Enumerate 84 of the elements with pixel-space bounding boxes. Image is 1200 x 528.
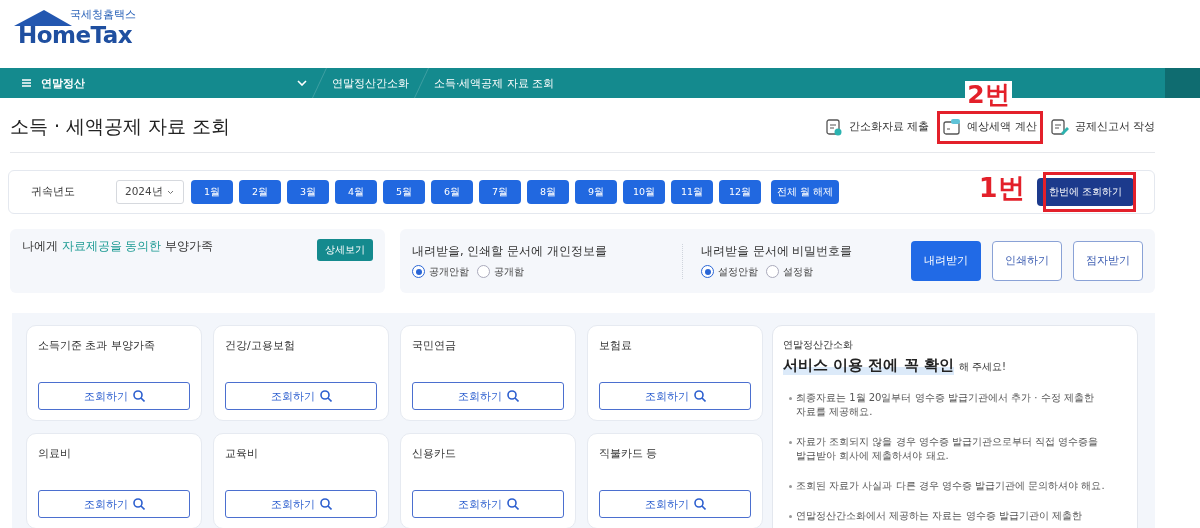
lookup-button[interactable]: 조회하기	[599, 382, 751, 410]
month-button[interactable]: 7월	[479, 180, 521, 204]
radio-button[interactable]	[766, 265, 779, 278]
radio-button[interactable]	[701, 265, 714, 278]
month-button[interactable]: 4월	[335, 180, 377, 204]
chevron-down-icon	[166, 189, 174, 195]
category-title: 의료비	[38, 446, 72, 462]
month-button[interactable]: 10월	[623, 180, 665, 204]
month-button[interactable]: 6월	[431, 180, 473, 204]
notice-item: 자료가 조회되지 않을 경우 영수증 발급기관으로부터 직접 영수증을 발급받아 회사에 제출하셔야 돼요.	[796, 435, 1100, 463]
radio-button[interactable]	[477, 265, 490, 278]
lookup-button[interactable]: 조회하기	[38, 382, 190, 410]
logo-subtitle: 국세청홈택스	[70, 7, 136, 22]
radio-option[interactable]: 설정함	[766, 264, 813, 279]
month-button[interactable]: 5월	[383, 180, 425, 204]
option-title: 내려받을 문서에 비밀번호를	[701, 243, 854, 259]
month-button[interactable]: 1월	[191, 180, 233, 204]
month-button[interactable]: 8월	[527, 180, 569, 204]
output-button[interactable]: 점자받기	[1073, 241, 1143, 281]
document-pencil-icon	[1050, 118, 1070, 136]
menu-icon[interactable]	[22, 79, 31, 87]
search-icon	[132, 498, 145, 510]
action-link[interactable]: 간소화자료 제출	[824, 118, 930, 136]
notice-item: 최종자료는 1월 20일부터 영수증 발급기관에서 추가 · 수정 제출한 자료를 제공해요.	[796, 391, 1095, 419]
detail-button[interactable]: 상세보기	[317, 239, 373, 261]
radio-button[interactable]	[412, 265, 425, 278]
radio-option[interactable]: 설정안함	[701, 264, 758, 279]
breadcrumb[interactable]: 연말정산간소화	[332, 75, 409, 91]
search-icon	[506, 498, 519, 510]
chevron-down-icon[interactable]	[297, 80, 307, 86]
query-all-button[interactable]: 한번에 조회하기	[1036, 178, 1134, 206]
month-button[interactable]: 12월	[719, 180, 761, 204]
month-button[interactable]: 9월	[575, 180, 617, 204]
monitor-icon	[943, 118, 963, 136]
category-title: 보험료	[599, 338, 633, 354]
bullet-icon	[789, 397, 792, 400]
category-title: 교육비	[225, 446, 259, 462]
bullet-icon	[789, 485, 792, 488]
search-icon	[319, 498, 332, 510]
search-icon	[693, 390, 706, 402]
download-button[interactable]: 내려받기	[911, 241, 981, 281]
search-icon	[132, 390, 145, 402]
nav-section[interactable]: 연말정산	[41, 75, 85, 91]
category-title: 직불카드 등	[599, 446, 659, 462]
category-title: 건강/고용보험	[225, 338, 296, 354]
notice-eyebrow: 연말정산간소화	[783, 338, 854, 352]
lookup-button[interactable]: 조회하기	[38, 490, 190, 518]
bullet-icon	[789, 515, 792, 518]
year-select[interactable]: 2024년	[116, 180, 184, 204]
month-button[interactable]: 3월	[287, 180, 329, 204]
page-title: 소득 · 세액공제 자료 조회	[10, 114, 231, 139]
document-check-icon	[824, 118, 844, 136]
radio-option[interactable]: 공개함	[477, 264, 524, 279]
category-title: 소득기준 초과 부양가족	[38, 338, 156, 354]
search-icon	[693, 498, 706, 510]
output-button[interactable]: 인쇄하기	[992, 241, 1062, 281]
lookup-button[interactable]: 조회하기	[225, 382, 377, 410]
year-label: 귀속년도	[31, 185, 76, 199]
radio-option[interactable]: 공개안함	[412, 264, 469, 279]
notice-item: 연말정산간소화에서 제공하는 자료는 영수증 발급기관이 제출한	[796, 509, 1082, 523]
consent-text: 나에게 자료제공을 동의한 부양가족	[22, 239, 213, 254]
lookup-button[interactable]: 조회하기	[412, 490, 564, 518]
search-icon	[319, 390, 332, 402]
lookup-button[interactable]: 조회하기	[412, 382, 564, 410]
month-button[interactable]: 2월	[239, 180, 281, 204]
logo-text: HomeTax	[18, 22, 133, 48]
lookup-button[interactable]: 조회하기	[599, 490, 751, 518]
month-button[interactable]: 11월	[671, 180, 713, 204]
category-title: 신용카드	[412, 446, 457, 462]
bullet-icon	[789, 441, 792, 444]
annotation-label: 1번	[978, 174, 1025, 202]
notice-item: 조회된 자료가 사실과 다른 경우 영수증 발급기관에 문의하셔야 해요.	[796, 479, 1105, 493]
action-link[interactable]: 예상세액 계산	[943, 118, 1037, 136]
annotation-label: 2번	[965, 81, 1012, 109]
hometax-logo[interactable]: 국세청홈택스 HomeTax	[12, 6, 142, 48]
notice-headline: 서비스 이용 전에 꼭 확인	[783, 356, 954, 375]
breadcrumb[interactable]: 소득·세액공제 자료 조회	[434, 75, 555, 91]
search-icon	[506, 390, 519, 402]
notice-headline-suffix: 해 주세요!	[958, 360, 1007, 374]
lookup-button[interactable]: 조회하기	[225, 490, 377, 518]
category-title: 국민연금	[412, 338, 457, 354]
clear-months-button[interactable]: 전체 월 해제	[771, 180, 840, 204]
action-link[interactable]: 공제신고서 작성	[1050, 118, 1155, 136]
option-title: 내려받을, 인쇄할 문서에 개인정보를	[412, 243, 608, 259]
